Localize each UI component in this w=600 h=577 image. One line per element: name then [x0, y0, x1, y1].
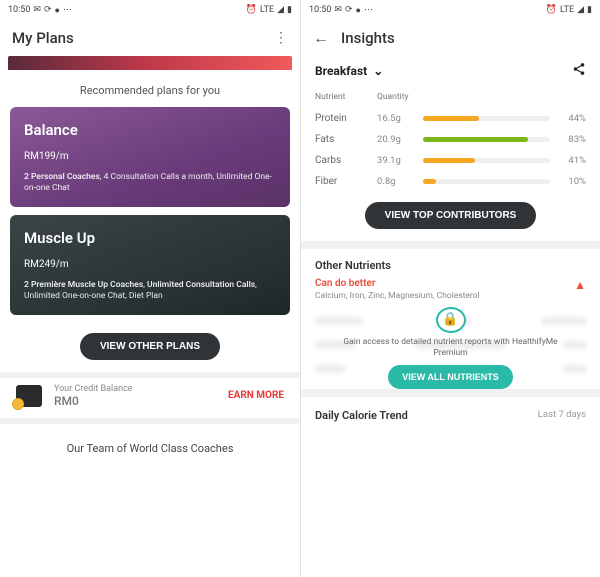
sync-icon: ⟳: [44, 5, 52, 15]
wallet-icon: [16, 385, 42, 407]
view-other-plans-button[interactable]: VIEW OTHER PLANS: [80, 333, 220, 360]
back-icon[interactable]: ←: [313, 28, 329, 48]
lock-message: Gain access to detailed nutrient reports…: [341, 337, 560, 359]
chat-icon: ⋯: [364, 5, 373, 15]
nutrient-name: Carbs: [315, 155, 377, 166]
view-top-contributors-button[interactable]: VIEW TOP CONTRIBUTORS: [365, 202, 537, 229]
nutrient-name: Fats: [315, 134, 377, 145]
meal-selector[interactable]: Breakfast ⌄: [315, 64, 383, 78]
nutrient-qty: 16.5g: [377, 113, 423, 124]
view-all-nutrients-button[interactable]: VIEW ALL NUTRIENTS: [388, 365, 513, 389]
nutrient-bar: [423, 158, 550, 163]
trend-range: Last 7 days: [538, 409, 586, 422]
app-dot-icon: ●: [55, 5, 60, 16]
nutrient-table: Protein16.5g 44% Fats20.9g 83% Carbs39.1g 41%…: [301, 108, 600, 192]
warning-icon: ▲: [574, 278, 586, 292]
mms-icon: ✉: [33, 5, 41, 15]
signal-icon: ◢: [277, 5, 284, 15]
credit-balance-row: Your Credit Balance RM0 EARN MORE: [0, 372, 300, 418]
trend-title: Daily Calorie Trend: [315, 409, 408, 422]
lte-text: LTE: [560, 5, 574, 15]
warning-row[interactable]: Can do better Calcium, Iron, Zinc, Magne…: [315, 278, 586, 301]
nutrient-qty: 0.8g: [377, 176, 423, 187]
nutrient-name: Fiber: [315, 176, 377, 187]
col-nutrient: Nutrient: [315, 92, 377, 102]
page-title: Insights: [341, 29, 588, 47]
more-icon[interactable]: ⋮: [274, 30, 288, 46]
insights-screen: 10:50 ✉ ⟳ ● ⋯ ⏰ LTE ◢ ▮ ← Insights Break…: [300, 0, 600, 577]
plan-card-balance[interactable]: Balance RM199/m 2 Personal Coaches, 4 Co…: [10, 107, 290, 207]
nutrient-row[interactable]: Protein16.5g 44%: [301, 108, 600, 129]
earn-more-link[interactable]: EARN MORE: [228, 390, 284, 401]
nutrient-row[interactable]: Fats20.9g 83%: [301, 129, 600, 150]
plan-price: RM199/m: [24, 151, 276, 162]
other-nutrients-heading: Other Nutrients: [301, 249, 600, 278]
warning-list: Calcium, Iron, Zinc, Magnesium, Choleste…: [315, 291, 480, 301]
nutrient-row[interactable]: Carbs39.1g 41%: [301, 150, 600, 171]
lock-icon: 🔒: [436, 307, 466, 333]
clock-text: 10:50: [8, 5, 30, 15]
chat-icon: ⋯: [63, 5, 72, 15]
credit-label: Your Credit Balance: [54, 384, 133, 394]
signal-icon: ◢: [577, 5, 584, 15]
nutrient-name: Protein: [315, 113, 377, 124]
mms-icon: ✉: [334, 5, 342, 15]
battery-icon: ▮: [287, 5, 292, 15]
plan-desc: 2 Première Muscle Up Coaches, Unlimited …: [24, 280, 276, 303]
chevron-down-icon: ⌄: [373, 64, 383, 78]
nutrient-qty: 20.9g: [377, 134, 423, 145]
battery-icon: ▮: [587, 5, 592, 15]
clock-text: 10:50: [309, 5, 331, 15]
plan-card-muscle-up[interactable]: Muscle Up RM249/m 2 Première Muscle Up C…: [10, 215, 290, 315]
meal-label: Breakfast: [315, 64, 367, 78]
hero-banner: [8, 56, 292, 70]
page-title: My Plans: [12, 29, 262, 47]
calorie-trend-row[interactable]: Daily Calorie Trend Last 7 days: [301, 397, 600, 434]
nutrient-row[interactable]: Fiber0.8g 10%: [301, 171, 600, 192]
status-bar: 10:50 ✉ ⟳ ● ⋯ ⏰ LTE ◢ ▮: [301, 0, 600, 20]
share-icon[interactable]: [572, 62, 586, 80]
nutrient-pct: 10%: [558, 176, 586, 187]
nutrient-bar: [423, 137, 550, 142]
app-dot-icon: ●: [356, 5, 361, 16]
alarm-icon: ⏰: [246, 5, 257, 15]
plan-desc: 2 Personal Coaches, 4 Consultation Calls…: [24, 172, 276, 195]
recommended-heading: Recommended plans for you: [0, 70, 300, 107]
header: My Plans ⋮: [0, 20, 300, 56]
nutrient-table-header: Nutrient Quantity: [301, 84, 600, 108]
locked-nutrients: 🔒 Gain access to detailed nutrient repor…: [301, 307, 600, 389]
coaches-heading: Our Team of World Class Coaches: [0, 418, 300, 473]
sync-icon: ⟳: [345, 5, 353, 15]
lte-text: LTE: [260, 5, 274, 15]
nutrient-pct: 83%: [558, 134, 586, 145]
credit-value: RM0: [54, 394, 133, 408]
col-quantity: Quantity: [377, 92, 423, 102]
my-plans-screen: 10:50 ✉ ⟳ ● ⋯ ⏰ LTE ◢ ▮ My Plans ⋮ Recom…: [0, 0, 300, 577]
nutrient-pct: 44%: [558, 113, 586, 124]
header: ← Insights: [301, 20, 600, 56]
nutrient-qty: 39.1g: [377, 155, 423, 166]
alarm-icon: ⏰: [546, 5, 557, 15]
status-bar: 10:50 ✉ ⟳ ● ⋯ ⏰ LTE ◢ ▮: [0, 0, 300, 20]
nutrient-bar: [423, 116, 550, 121]
plan-name: Muscle Up: [24, 229, 276, 247]
plan-name: Balance: [24, 121, 276, 139]
warning-title: Can do better: [315, 278, 480, 289]
nutrient-pct: 41%: [558, 155, 586, 166]
nutrient-bar: [423, 179, 550, 184]
plan-price: RM249/m: [24, 259, 276, 270]
